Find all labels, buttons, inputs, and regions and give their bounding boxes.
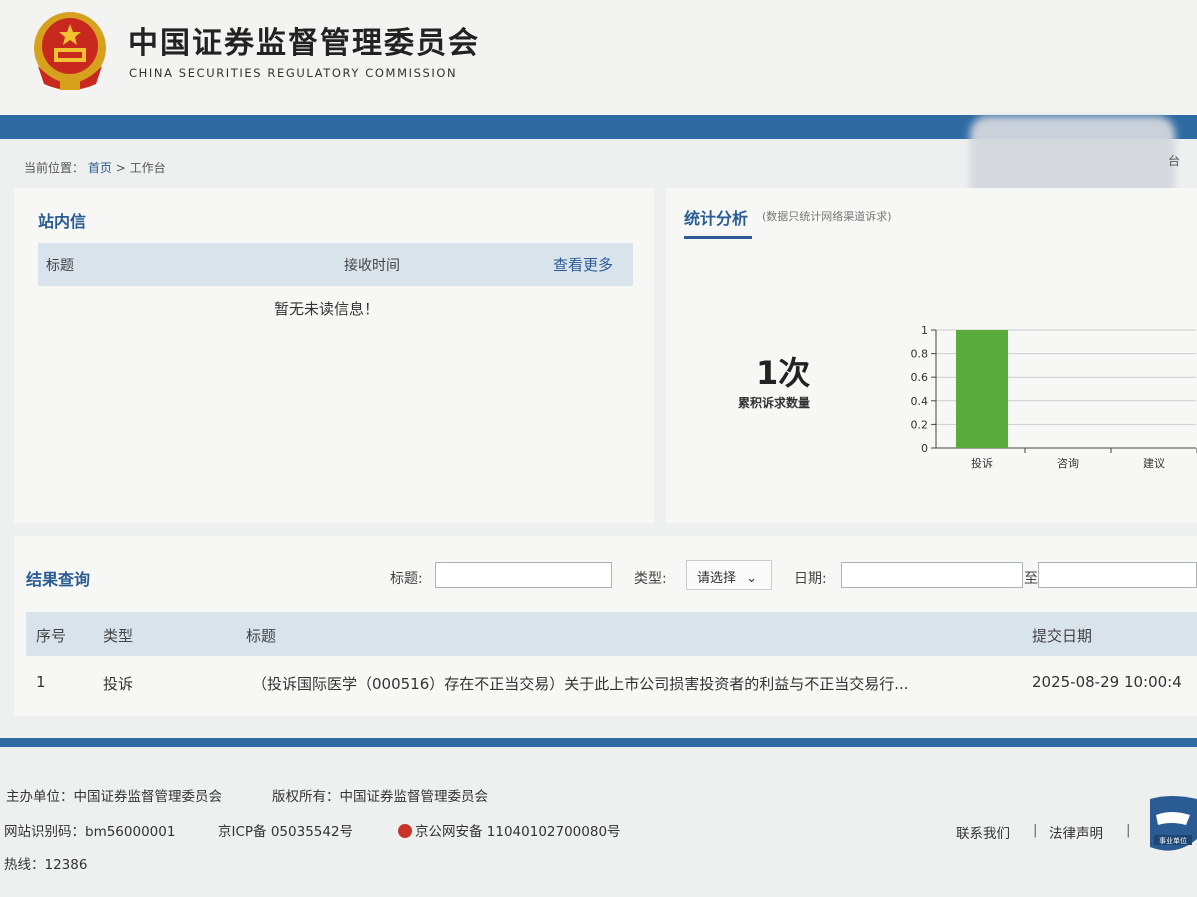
date-to-input[interactable] [1038, 562, 1197, 588]
site-header: 中国证券监督管理委员会 CHINA SECURITIES REGULATORY … [0, 0, 1197, 115]
y-tick-label: 0.6 [911, 371, 929, 384]
col-date: 提交日期 [1032, 627, 1093, 645]
breadcrumb-prefix: 当前位置： [24, 161, 85, 175]
workbench-link[interactable]: 台 [1168, 152, 1180, 169]
title-filter-input[interactable] [435, 562, 612, 588]
type-filter-label: 类型: [634, 571, 667, 587]
footer-divider-2: | [1126, 822, 1131, 838]
x-tick-label: 咨询 [1057, 456, 1079, 470]
org-name-en: CHINA SECURITIES REGULATORY COMMISSION [129, 66, 458, 80]
col-title: 标题 [246, 627, 277, 645]
message-panel-title: 站内信 [38, 212, 87, 231]
message-col-title: 标题 [46, 258, 74, 274]
total-requests-label: 累积诉求数量 [738, 396, 811, 410]
table-row[interactable]: 1 投诉 （投诉国际医学（000516）存在不正当交易）关于此上市公司损害投资者… [26, 660, 1197, 704]
message-col-time: 接收时间 [344, 258, 400, 274]
contact-us-link[interactable]: 联系我们 [956, 822, 1010, 842]
national-emblem-icon [34, 12, 106, 90]
row-index: 1 [36, 673, 46, 691]
stats-bar-chart: 0 0.2 0.4 0.6 0.8 1 投诉 咨询 建议 [911, 324, 1197, 470]
footer-divider-1: | [1033, 822, 1038, 838]
org-name-cn: 中国证券监督管理委员会 [128, 26, 480, 61]
type-filter-select[interactable]: 请选择 ⌄ [686, 560, 772, 590]
footer-police-text: 京公网安备 11040102700080号 [415, 824, 621, 840]
footer-copyright: 版权所有：中国证券监督管理委员会 [272, 789, 488, 805]
date-from-input[interactable] [841, 562, 1023, 588]
total-requests-value: 1次 [756, 354, 811, 392]
type-filter-selected: 请选择 [697, 571, 737, 586]
row-date: 2025-08-29 10:00:4 [1032, 673, 1182, 691]
message-table-header: 标题 接收时间 查看更多 [38, 243, 633, 286]
bar-投诉 [956, 330, 1008, 448]
police-badge-icon [398, 824, 412, 838]
chevron-down-icon: ⌄ [746, 571, 758, 586]
search-panel-title: 结果查询 [26, 570, 91, 589]
view-more-link[interactable]: 查看更多 [553, 254, 613, 275]
breadcrumb-home-link[interactable]: 首页 [88, 161, 112, 175]
y-tick-label: 0.4 [911, 395, 929, 408]
title-filter-label: 标题: [390, 571, 423, 587]
col-index: 序号 [36, 627, 67, 645]
legal-notice-link[interactable]: 法律声明 [1049, 822, 1103, 842]
footer-icp-link[interactable]: 京ICP备 05035542号 [218, 820, 353, 840]
stats-panel: 统计分析 (数据只统计网络渠道诉求) 1次 累积诉求数量 0 0.2 0.4 0.6 0… [666, 188, 1197, 523]
breadcrumb-separator: > [115, 161, 126, 175]
row-title-link[interactable]: （投诉国际医学（000516）存在不正当交易）关于此上市公司损害投资者的利益与不… [252, 673, 909, 694]
message-empty-text: 暂无未读信息！ [274, 300, 380, 318]
results-table-header: 序号 类型 标题 提交日期 [26, 612, 1197, 656]
public-institution-badge-icon[interactable]: 事业单位 [1146, 795, 1197, 859]
date-to-label: 至 [1024, 571, 1038, 587]
footer-hotline: 热线：12386 [4, 857, 88, 873]
date-filter-label: 日期: [794, 571, 827, 587]
stats-tab-underline [684, 236, 752, 239]
breadcrumb: 当前位置： 首页 > 工作台 [24, 159, 166, 176]
y-tick-label: 0.8 [911, 348, 929, 361]
footer-site-id: 网站识别码：bm56000001 [4, 824, 176, 840]
footer-divider-bar [0, 738, 1197, 747]
col-type: 类型 [103, 627, 134, 645]
row-type: 投诉 [103, 675, 134, 693]
badge-text: 事业单位 [1159, 836, 1187, 845]
footer-police-record[interactable]: 京公网安备 11040102700080号 [398, 820, 621, 840]
stats-tab-note: (数据只统计网络渠道诉求) [762, 210, 892, 223]
search-panel: 结果查询 标题: 类型: 请选择 ⌄ 日期: 至 序号 类型 标题 提交日期 1… [14, 536, 1197, 716]
breadcrumb-current: 工作台 [129, 161, 166, 175]
message-panel: 站内信 标题 接收时间 查看更多 暂无未读信息！ [14, 188, 654, 523]
y-tick-label: 1 [921, 324, 928, 337]
y-tick-label: 0 [921, 442, 928, 455]
footer-sponsor: 主办单位：中国证券监督管理委员会 [6, 789, 222, 805]
stats-tab[interactable]: 统计分析 [684, 205, 748, 229]
x-tick-label: 建议 [1143, 456, 1165, 470]
site-footer: 主办单位：中国证券监督管理委员会 版权所有：中国证券监督管理委员会 网站识别码：… [0, 747, 1197, 897]
y-tick-label: 0.2 [911, 418, 929, 431]
x-tick-label: 投诉 [971, 456, 993, 470]
